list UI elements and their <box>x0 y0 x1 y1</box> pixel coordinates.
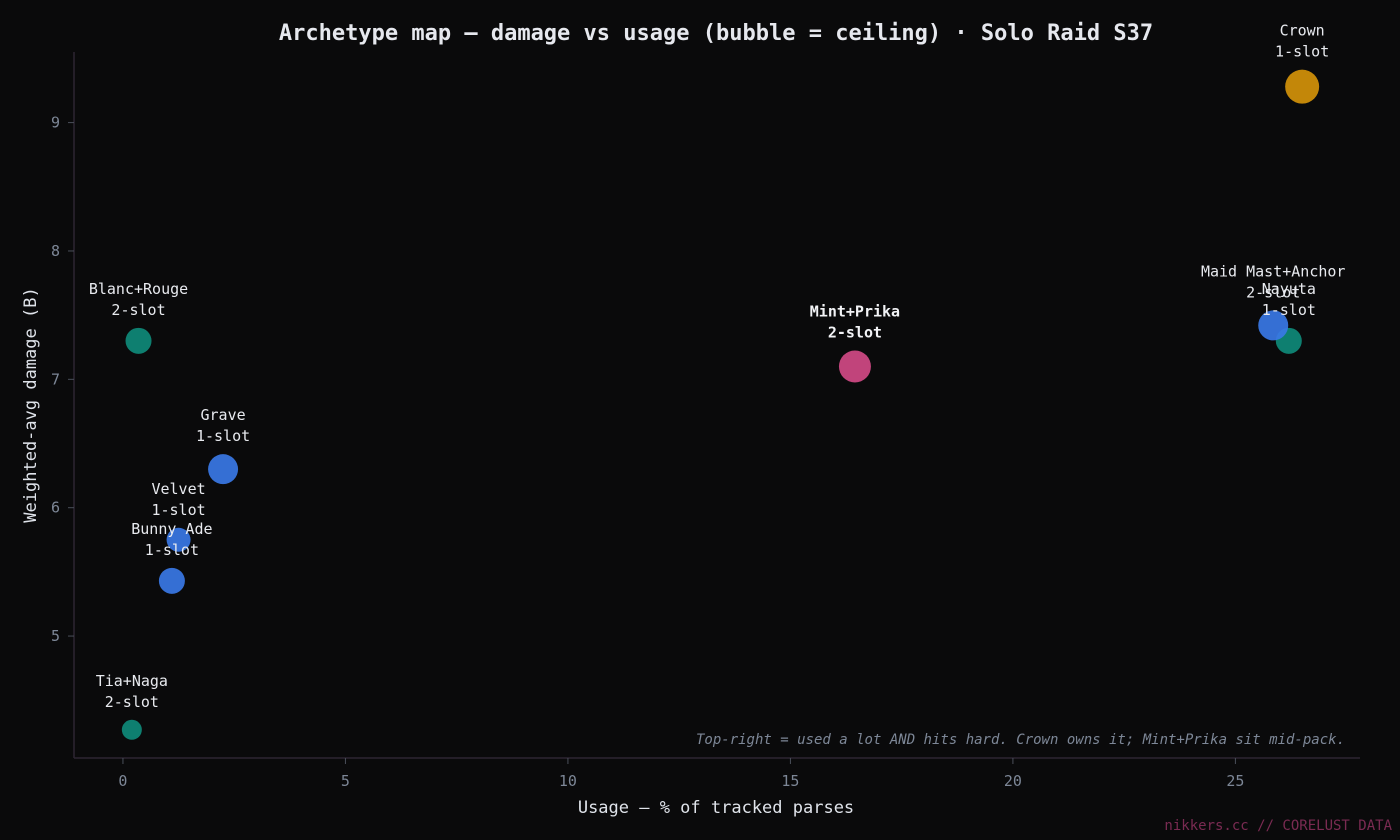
point-slot-label: 1-slot <box>1275 43 1329 61</box>
bubble-grave <box>208 454 239 485</box>
point-slot-label: 2-slot <box>828 323 882 341</box>
credit-text: nikkers.cc // CORELUST DATA <box>1164 818 1392 834</box>
y-axis-label: Weighted-avg damage (B) <box>21 287 41 522</box>
point-name-label: Maid Mast+Anchor <box>1201 262 1346 280</box>
point-name-label: Crown <box>1280 22 1325 40</box>
point-slot-label: 1-slot <box>145 541 199 559</box>
x-tick-label: 15 <box>781 772 799 790</box>
point-slot-label: 2-slot <box>1246 283 1300 301</box>
point-slot-label: 1-slot <box>1262 301 1316 319</box>
point-labels: Crown 1-slot Blanc+Rouge 2-slot Mint+Prika 2-… <box>89 22 1346 711</box>
x-tick-label: 25 <box>1226 772 1244 790</box>
point-slot-label: 2-slot <box>105 693 159 711</box>
x-axis-ticks: 0 5 10 15 20 25 <box>118 758 1244 790</box>
bubble-blanc-rouge <box>125 327 152 354</box>
x-tick-label: 10 <box>559 772 577 790</box>
bubble-bunny-ade <box>158 567 185 594</box>
y-tick-label: 7 <box>51 370 60 388</box>
archetype-scatter-chart: Archetype map — damage vs usage (bubble … <box>21 21 1393 834</box>
bubble-mint-prika <box>838 350 871 383</box>
x-axis-label: Usage — % of tracked parses <box>578 798 854 818</box>
y-tick-label: 5 <box>51 627 60 645</box>
x-tick-label: 0 <box>118 772 127 790</box>
point-name-label: Mint+Prika <box>810 302 900 320</box>
point-name-label: Velvet <box>151 480 205 498</box>
point-name-label: Grave <box>200 406 245 424</box>
point-slot-label: 1-slot <box>196 427 250 445</box>
point-name-label: Tia+Naga <box>96 672 168 690</box>
point-slot-label: 1-slot <box>151 501 205 519</box>
point-slot-label: 2-slot <box>111 301 165 319</box>
chart-title: Archetype map — damage vs usage (bubble … <box>279 21 1153 46</box>
y-tick-label: 6 <box>51 499 60 517</box>
y-tick-label: 9 <box>51 114 60 132</box>
bubble-tia-naga <box>121 719 142 740</box>
point-name-label: Bunny Ade <box>131 520 212 538</box>
data-points <box>121 69 1320 740</box>
y-tick-label: 8 <box>51 242 60 260</box>
bubble-crown <box>1285 69 1320 104</box>
point-name-label: Blanc+Rouge <box>89 280 188 298</box>
x-tick-label: 20 <box>1004 772 1022 790</box>
chart-annotation: Top-right = used a lot AND hits hard. Cr… <box>696 732 1345 748</box>
x-tick-label: 5 <box>341 772 350 790</box>
y-axis-ticks: 5 6 7 8 9 <box>51 114 74 645</box>
